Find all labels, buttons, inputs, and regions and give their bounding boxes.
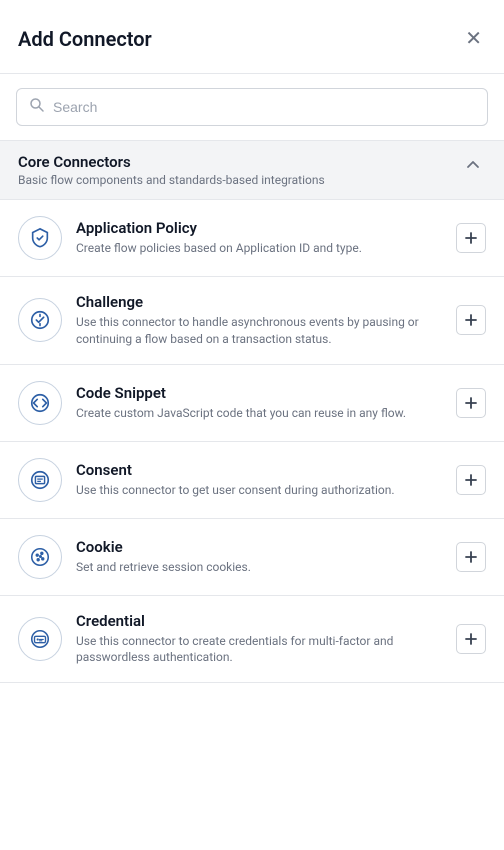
cookie-info: Cookie Set and retrieve session cookies.	[76, 538, 442, 576]
credential-icon	[18, 617, 62, 661]
consent-desc: Use this connector to get user consent d…	[76, 482, 442, 499]
search-icon	[29, 97, 45, 117]
credential-desc: Use this connector to create credentials…	[76, 633, 442, 667]
section-header: Core Connectors Basic flow components an…	[0, 141, 504, 200]
connector-item-cookie: Cookie Set and retrieve session cookies.	[0, 519, 504, 596]
code-snippet-info: Code Snippet Create custom JavaScript co…	[76, 384, 442, 422]
application-policy-icon	[18, 216, 62, 260]
connector-item-code-snippet: Code Snippet Create custom JavaScript co…	[0, 365, 504, 442]
section-header-content: Core Connectors Basic flow components an…	[18, 153, 460, 187]
add-challenge-button[interactable]	[456, 305, 486, 335]
add-application-policy-button[interactable]	[456, 223, 486, 253]
challenge-icon	[18, 298, 62, 342]
section-title: Core Connectors	[18, 153, 460, 171]
application-policy-desc: Create flow policies based on Applicatio…	[76, 240, 442, 257]
connector-item-consent: Consent Use this connector to get user c…	[0, 442, 504, 519]
close-button[interactable]: ✕	[461, 22, 486, 55]
application-policy-info: Application Policy Create flow policies …	[76, 219, 442, 257]
code-snippet-icon	[18, 381, 62, 425]
challenge-desc: Use this connector to handle asynchronou…	[76, 314, 442, 348]
close-icon: ✕	[465, 26, 482, 51]
consent-info: Consent Use this connector to get user c…	[76, 461, 442, 499]
cookie-name: Cookie	[76, 538, 442, 556]
add-connector-modal: Add Connector ✕ Core Connectors Basic fl…	[0, 0, 504, 850]
connector-item-challenge: Challenge Use this connector to handle a…	[0, 277, 504, 365]
cookie-icon	[18, 535, 62, 579]
modal-header: Add Connector ✕	[0, 0, 504, 74]
connector-item-credential: Credential Use this connector to create …	[0, 596, 504, 684]
credential-name: Credential	[76, 612, 442, 630]
challenge-name: Challenge	[76, 293, 442, 311]
cookie-desc: Set and retrieve session cookies.	[76, 559, 442, 576]
add-credential-button[interactable]	[456, 624, 486, 654]
search-container	[0, 74, 504, 141]
section-collapse-button[interactable]	[460, 155, 486, 178]
code-snippet-desc: Create custom JavaScript code that you c…	[76, 405, 442, 422]
connector-item-application-policy: Application Policy Create flow policies …	[0, 200, 504, 277]
challenge-info: Challenge Use this connector to handle a…	[76, 293, 442, 348]
modal-title: Add Connector	[18, 27, 152, 51]
search-input[interactable]	[53, 99, 475, 115]
add-consent-button[interactable]	[456, 465, 486, 495]
search-input-wrapper	[16, 88, 488, 126]
consent-icon	[18, 458, 62, 502]
connector-list: Application Policy Create flow policies …	[0, 200, 504, 850]
add-cookie-button[interactable]	[456, 542, 486, 572]
application-policy-name: Application Policy	[76, 219, 442, 237]
section-subtitle: Basic flow components and standards-base…	[18, 173, 460, 187]
consent-name: Consent	[76, 461, 442, 479]
code-snippet-name: Code Snippet	[76, 384, 442, 402]
add-code-snippet-button[interactable]	[456, 388, 486, 418]
credential-info: Credential Use this connector to create …	[76, 612, 442, 667]
